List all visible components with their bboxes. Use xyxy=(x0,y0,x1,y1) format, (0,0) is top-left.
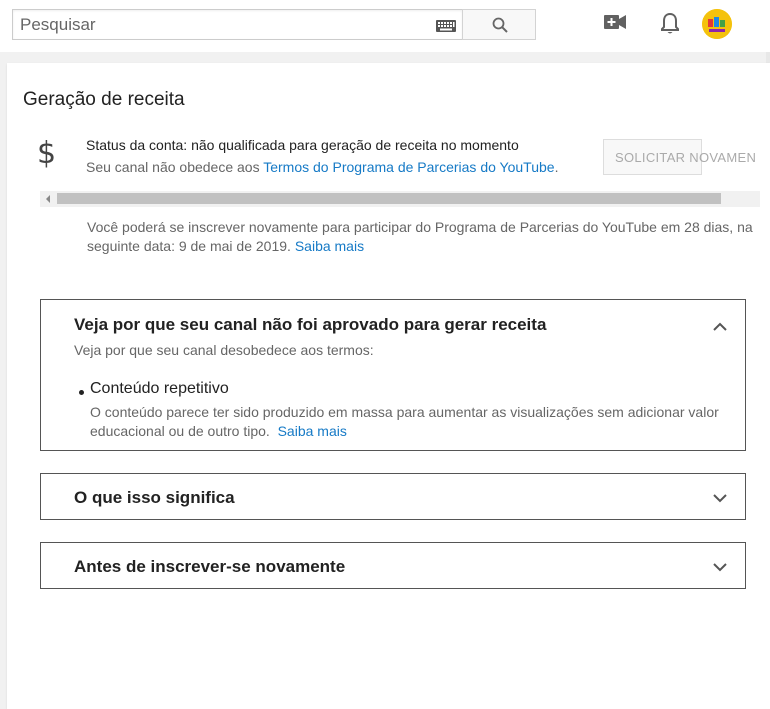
search-input[interactable] xyxy=(13,10,428,39)
what-this-means-panel[interactable]: O que isso significa xyxy=(40,473,746,520)
search-box xyxy=(12,9,463,40)
top-bar xyxy=(0,0,770,52)
search-icon xyxy=(492,17,508,33)
reason-learn-more-link[interactable]: Saiba mais xyxy=(278,423,347,439)
monetization-card: Geração de receita $ Status da conta: nã… xyxy=(7,63,770,709)
avatar[interactable] xyxy=(702,9,732,39)
reason-title: Conteúdo repetitivo xyxy=(90,380,229,397)
page-title: Geração de receita xyxy=(23,89,185,110)
keyboard-icon[interactable] xyxy=(436,20,456,32)
reason-description: O conteúdo parece ter sido produzido em … xyxy=(90,404,719,439)
before-reapplying-panel[interactable]: Antes de inscrever-se novamente xyxy=(40,542,746,589)
avatar-logo-icon xyxy=(702,9,732,39)
dollar-icon: $ xyxy=(37,136,57,171)
partner-terms-link[interactable]: Termos do Programa de Parcerias do YouTu… xyxy=(263,159,554,175)
bullet xyxy=(79,390,84,395)
learn-more-link[interactable]: Saiba mais xyxy=(295,238,364,254)
panel-title[interactable]: Veja por que seu canal não foi aprovado … xyxy=(74,315,546,335)
panel-title[interactable]: O que isso significa xyxy=(74,488,235,508)
chevron-up-icon[interactable] xyxy=(713,322,727,331)
search-button[interactable] xyxy=(462,9,536,40)
panel-description: Veja por que seu canal desobedece aos te… xyxy=(74,342,374,358)
reapply-note: Você poderá se inscrever novamente para … xyxy=(87,219,753,254)
chevron-down-icon[interactable] xyxy=(713,494,727,503)
panel-title[interactable]: Antes de inscrever-se novamente xyxy=(74,557,345,577)
why-not-approved-panel: Veja por que seu canal não foi aprovado … xyxy=(40,299,746,451)
chevron-down-icon[interactable] xyxy=(713,563,727,572)
account-status: Status da conta: não qualificada para ge… xyxy=(86,137,519,153)
bell-icon[interactable] xyxy=(660,12,680,35)
horizontal-scrollbar[interactable] xyxy=(40,191,760,207)
scroll-left-arrow-icon[interactable] xyxy=(46,195,50,203)
create-video-icon[interactable] xyxy=(604,14,626,30)
status-subtitle: Seu canal não obedece aos Termos do Prog… xyxy=(86,159,559,175)
reapply-button[interactable]: SOLICITAR NOVAMEN xyxy=(603,139,756,175)
scrollbar-thumb[interactable] xyxy=(57,193,721,204)
